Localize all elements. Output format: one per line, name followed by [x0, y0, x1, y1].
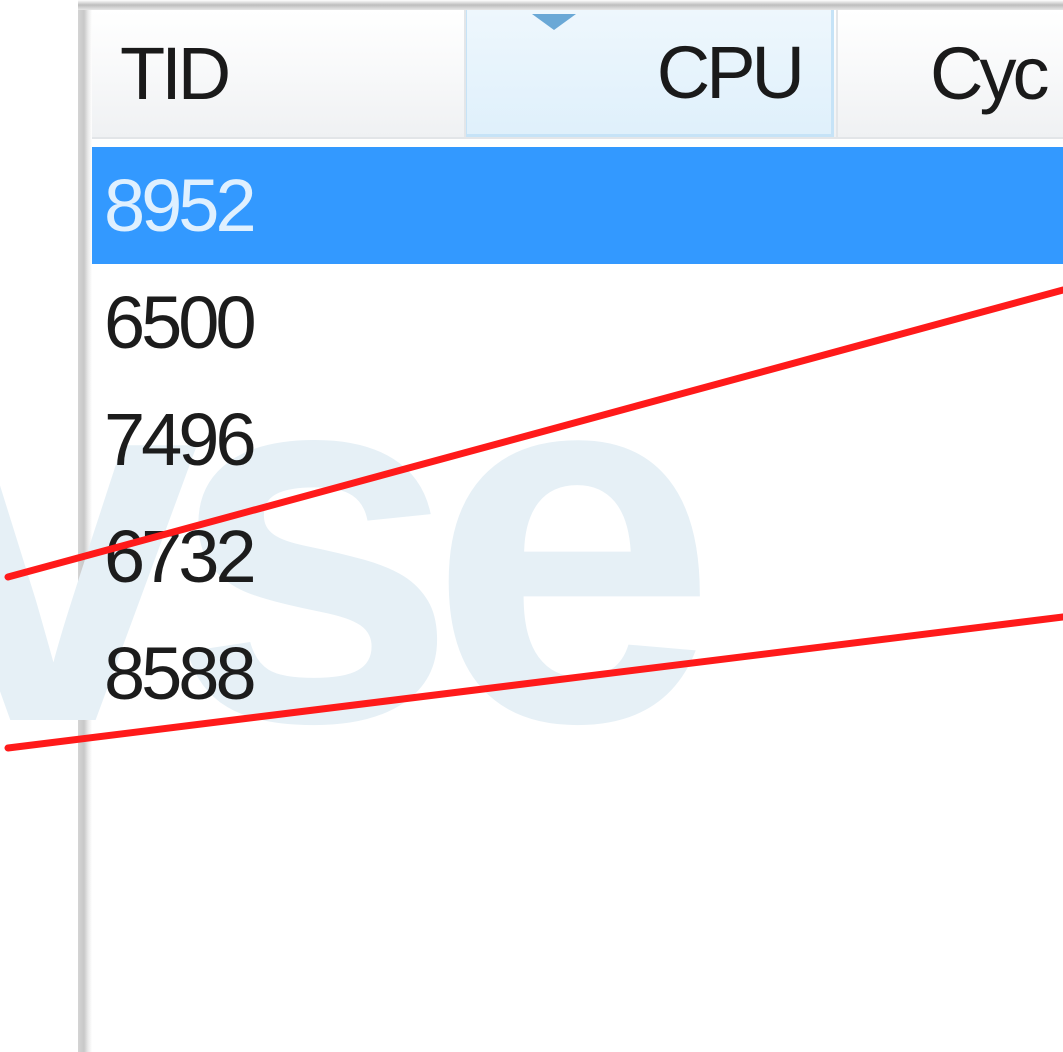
- table-top-border: [78, 0, 1063, 10]
- column-header-cpu[interactable]: CPU: [464, 10, 834, 137]
- table-row-selected[interactable]: 8952: [92, 147, 1063, 264]
- cell-tid: 6500: [104, 281, 257, 364]
- column-header-label: CPU: [656, 30, 805, 114]
- column-header-label: TID: [120, 32, 231, 115]
- table-row[interactable]: 8588: [92, 615, 1063, 732]
- table-row[interactable]: 6500: [92, 264, 1063, 381]
- table-body: 8952 6500 7496 6732 8588: [92, 147, 1063, 732]
- column-header-label: Cyc: [930, 32, 1049, 115]
- table-row[interactable]: 7496: [92, 381, 1063, 498]
- process-thread-view: vse TID CPU Cyc 8952 6500 7496 6732 8588: [0, 0, 1063, 1052]
- column-header-tid[interactable]: TID: [120, 10, 460, 137]
- table-left-border: [78, 0, 92, 1052]
- cell-tid: 8952: [104, 164, 257, 247]
- column-divider[interactable]: [836, 10, 838, 137]
- cell-tid: 6732: [104, 515, 257, 598]
- sort-descending-icon: [532, 14, 576, 30]
- table-row[interactable]: 6732: [92, 498, 1063, 615]
- cell-tid: 7496: [104, 398, 257, 481]
- column-divider[interactable]: [464, 10, 466, 137]
- cell-tid: 8588: [104, 632, 257, 715]
- table-header: TID CPU Cyc: [92, 10, 1063, 139]
- column-header-cycles[interactable]: Cyc: [930, 10, 1063, 137]
